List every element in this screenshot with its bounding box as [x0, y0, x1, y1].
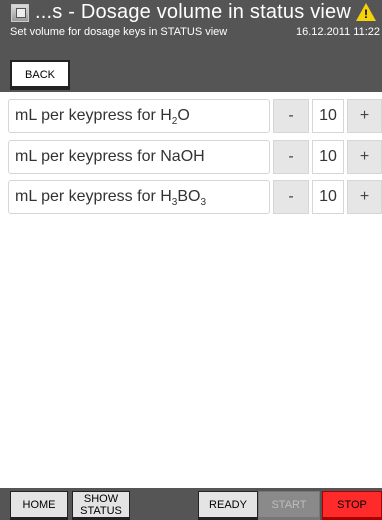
subscript: 3 [200, 197, 207, 209]
substance-text: NaOH [160, 148, 205, 165]
increment-button[interactable]: + [347, 180, 382, 214]
start-button[interactable]: START [258, 491, 320, 520]
increment-button[interactable]: + [347, 140, 382, 174]
substance-text: H [160, 188, 172, 205]
label-text: mL per keypress for [15, 107, 161, 124]
dosage-row-h2o: mL per keypress for H2O - 10 + [8, 99, 382, 133]
ready-button[interactable]: READY [198, 491, 258, 520]
show-status-button[interactable]: SHOW STATUS [72, 491, 130, 520]
substance-text: BO [177, 188, 201, 205]
home-button[interactable]: HOME [10, 491, 68, 520]
back-button[interactable]: BACK [10, 60, 70, 90]
row-label: mL per keypress for NaOH [8, 140, 270, 174]
page-subtitle: Set volume for dosage keys in STATUS vie… [10, 26, 228, 38]
title-bar: ...s - Dosage volume in status view Set … [0, 0, 382, 58]
footer-bar: HOME SHOW STATUS READY START STOP [0, 488, 382, 520]
page-title: ...s - Dosage volume in status view [35, 1, 352, 23]
decrement-button[interactable]: - [273, 180, 309, 214]
datetime-display: 16.12.2011 11:22 [295, 26, 380, 38]
increment-button[interactable]: + [347, 99, 382, 133]
warning-icon[interactable] [356, 3, 376, 21]
label-text: mL per keypress for [15, 148, 161, 165]
app-icon [11, 4, 29, 22]
dosage-value: 10 [312, 180, 344, 214]
substance-text: H [160, 107, 172, 124]
label-text: mL per keypress for [15, 188, 161, 205]
row-label: mL per keypress for H2O [8, 99, 270, 133]
row-label: mL per keypress for H3BO3 [8, 180, 270, 214]
show-status-line1: SHOW [83, 493, 119, 505]
decrement-button[interactable]: - [273, 99, 309, 133]
toolbar: BACK [0, 58, 382, 92]
dosage-row-naoh: mL per keypress for NaOH - 10 + [8, 140, 382, 174]
show-status-line2: STATUS [80, 505, 122, 517]
dosage-value: 10 [312, 140, 344, 174]
settings-list: mL per keypress for H2O - 10 + mL per ke… [0, 92, 382, 488]
decrement-button[interactable]: - [273, 140, 309, 174]
substance-text: O [177, 107, 190, 124]
dosage-value: 10 [312, 99, 344, 133]
dosage-row-h3bo3: mL per keypress for H3BO3 - 10 + [8, 180, 382, 214]
stop-button[interactable]: STOP [322, 491, 382, 520]
